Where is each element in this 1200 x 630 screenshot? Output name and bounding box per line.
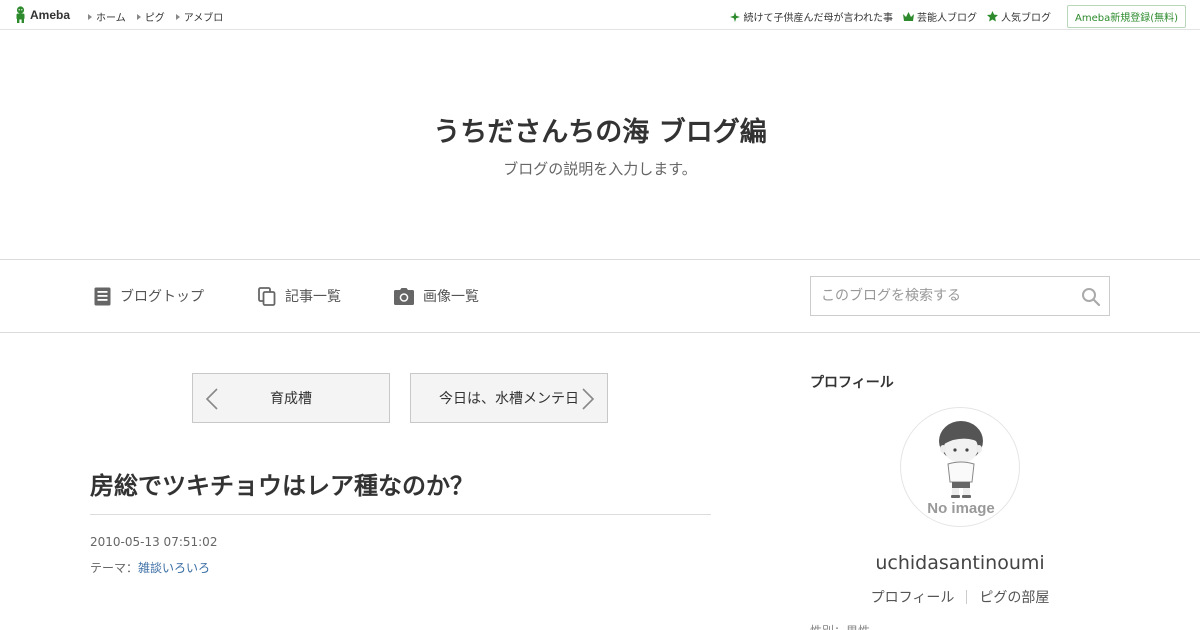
nav-link-pig[interactable]: ピグ [136,9,165,24]
nav-link-ameblo-label: アメブロ [183,13,224,24]
prev-entry-button[interactable]: 育成槽 [192,373,390,423]
search-input[interactable] [811,277,1071,315]
no-image-label: No image [927,500,995,517]
profile-link[interactable]: プロフィール [871,587,955,607]
title-divider [90,514,711,515]
triangle-right-icon [88,13,92,20]
profile-gender: 性別：男性 [810,622,870,630]
nav-image-list-label: 画像一覧 [423,289,479,305]
triangle-right-icon [136,13,141,20]
next-entry-label: 今日は、水槽メンテ日 [439,391,579,407]
nav-entry-list-label: 記事一覧 [285,289,341,305]
blog-nav-bar: ブログトップ 記事一覧 画像一覧 [0,259,1200,333]
nav-link-home-label: ホーム [96,13,126,24]
entry-title[interactable]: 房総でツキチョウはレア種なのか？ [90,466,474,501]
trending-topic-link[interactable]: 続けて子供産んだ母が言われた事 [730,9,893,24]
ameba-logo[interactable]: Ameba [14,6,70,23]
sparkle-icon [730,11,741,22]
blog-title[interactable]: うちださんちの海 ブログ編 [0,110,1200,149]
document-icon [94,287,111,305]
popular-blog-link[interactable]: 人気ブログ [986,9,1051,24]
nav-entry-list[interactable]: 記事一覧 [258,286,341,306]
star-icon [986,11,998,22]
nav-blog-top[interactable]: ブログトップ [94,286,204,306]
chevron-left-icon [205,388,218,410]
celebrity-blog-link[interactable]: 芸能人ブログ [902,9,977,24]
profile-links: プロフィール ピグの部屋 [810,587,1110,607]
trending-topic-label: 続けて子供産んだ母が言われた事 [743,13,893,24]
theme-prefix: テーマ： [90,561,139,575]
nav-link-ameblo[interactable]: アメブロ [175,9,224,24]
next-entry-button[interactable]: 今日は、水槽メンテ日 [410,373,608,423]
pig-room-link[interactable]: ピグの部屋 [979,587,1049,607]
prev-entry-label: 育成槽 [270,391,312,407]
avatar[interactable]: No image [900,407,1020,527]
entry-date: 2010-05-13 07:51:02 [90,535,218,549]
global-right-links: 続けて子供産んだ母が言われた事 芸能人ブログ 人気ブログ Ameba新規登録(無… [730,5,1186,28]
profile-heading: プロフィール [810,375,894,391]
crown-icon [902,12,914,21]
nav-image-list[interactable]: 画像一覧 [394,286,479,306]
celebrity-blog-label: 芸能人ブログ [916,13,977,24]
theme-link[interactable]: 雑談いろいろ [138,561,210,575]
nav-blog-top-label: ブログトップ [120,289,204,305]
entry-theme: テーマ：雑談いろいろ [90,559,210,576]
logo-text: Ameba [30,7,71,22]
profile-username[interactable]: uchidasantinoumi [810,552,1110,574]
chevron-right-icon [582,388,595,410]
global-header: Ameba ホーム ピグ アメブロ 続けて子供産んだ母が言われた事 芸能人ブログ… [0,0,1200,30]
nav-link-pig-label: ピグ [144,13,165,24]
link-separator [966,590,968,604]
blog-search [810,276,1110,316]
copy-icon [258,286,276,306]
nav-link-home[interactable]: ホーム [88,9,126,24]
global-nav: ホーム ピグ アメブロ [88,9,223,24]
blog-description: ブログの説明を入力します。 [503,160,697,178]
popular-blog-label: 人気ブログ [1000,13,1051,24]
triangle-right-icon [175,13,180,20]
register-button[interactable]: Ameba新規登録(無料) [1066,5,1186,28]
camera-icon [394,287,414,305]
ameba-logo-icon [16,6,25,23]
search-icon[interactable] [1081,287,1101,307]
